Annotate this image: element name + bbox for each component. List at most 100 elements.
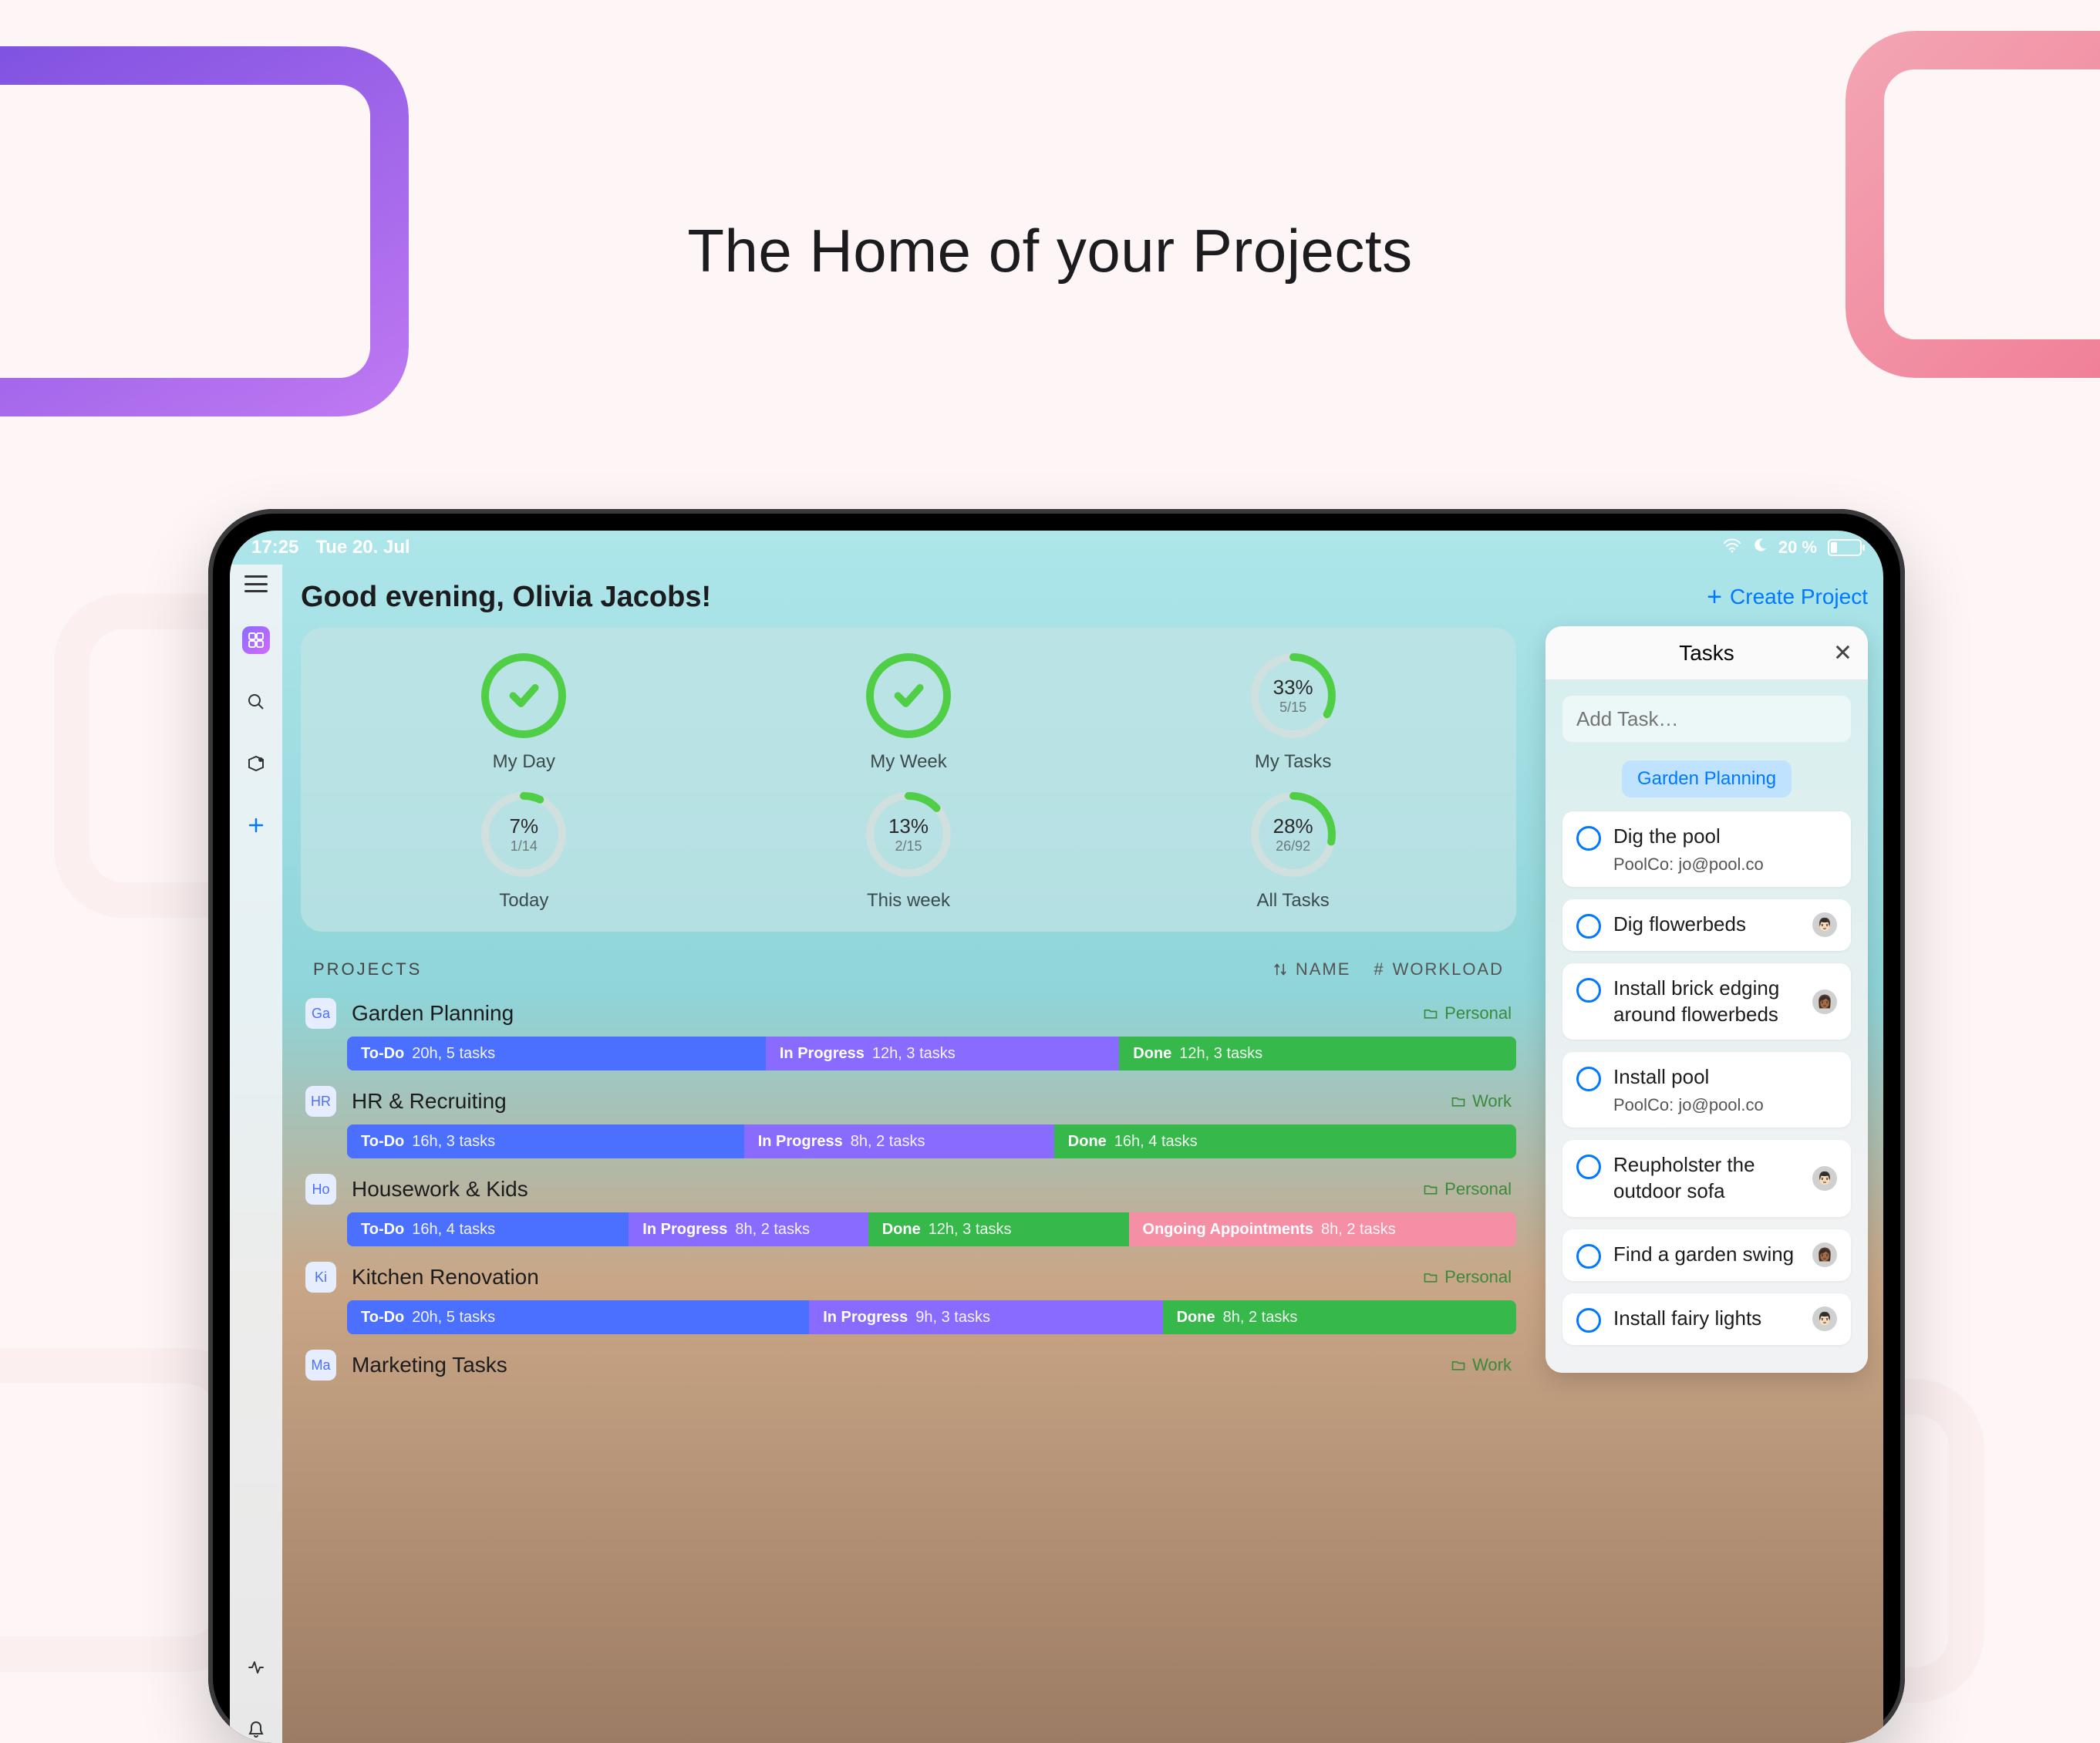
stat-tile[interactable]: My Day	[332, 651, 716, 773]
task-title: Dig the pool	[1613, 824, 1837, 850]
stat-label: All Tasks	[1257, 890, 1330, 912]
task-subtitle: PoolCo: jo@pool.co	[1613, 1095, 1837, 1115]
project-folder[interactable]: Personal	[1423, 1003, 1512, 1023]
workload-segment: In Progress9h, 3 tasks	[809, 1300, 1162, 1334]
folder-icon	[1423, 1269, 1438, 1285]
status-bar: 17:25 Tue 20. Jul 20 %	[230, 531, 1883, 565]
project-badge: HR	[305, 1086, 336, 1117]
tasks-panel-header: Tasks ✕	[1546, 626, 1868, 680]
project-name: HR & Recruiting	[352, 1089, 1435, 1114]
search-icon[interactable]	[242, 688, 270, 716]
task-checkbox[interactable]	[1576, 1155, 1601, 1179]
activity-icon[interactable]	[242, 1654, 270, 1681]
project-name: Kitchen Renovation	[352, 1265, 1407, 1290]
hash-icon: #	[1374, 959, 1384, 979]
project-chip[interactable]: Garden Planning	[1622, 760, 1792, 797]
project-badge: Ga	[305, 998, 336, 1029]
project-folder[interactable]: Work	[1451, 1355, 1512, 1375]
project-name: Garden Planning	[352, 1001, 1407, 1026]
project-name: Marketing Tasks	[352, 1353, 1435, 1377]
projects-title: PROJECTS	[313, 959, 422, 979]
task-title: Install brick edging around flowerbeds	[1613, 976, 1800, 1028]
progress-ring: 28%26/92	[1249, 790, 1338, 879]
folder-icon	[1451, 1094, 1466, 1109]
stat-label: My Week	[870, 751, 947, 773]
project-badge: Ho	[305, 1174, 336, 1205]
task-item[interactable]: Find a garden swing 👩🏾	[1562, 1229, 1851, 1281]
stat-tile[interactable]: 33%5/15 My Tasks	[1101, 651, 1485, 773]
task-item[interactable]: Reupholster the outdoor sofa 👨🏻	[1562, 1140, 1851, 1217]
project-folder[interactable]: Work	[1451, 1091, 1512, 1111]
task-checkbox[interactable]	[1576, 1244, 1601, 1269]
workload-segment: Ongoing Appointments8h, 2 tasks	[1129, 1212, 1516, 1246]
workload-segment: In Progress12h, 3 tasks	[766, 1037, 1119, 1070]
workload-segment: Done12h, 3 tasks	[868, 1212, 1129, 1246]
workload-segment: In Progress8h, 2 tasks	[744, 1124, 1054, 1158]
menu-icon[interactable]	[244, 575, 268, 592]
create-project-button[interactable]: + Create Project	[1707, 584, 1868, 610]
progress-ring	[864, 651, 953, 740]
workload-segment: To-Do16h, 3 tasks	[347, 1124, 744, 1158]
progress-ring	[479, 651, 568, 740]
sort-name[interactable]: NAME	[1272, 959, 1351, 979]
nav-home-icon[interactable]	[242, 626, 270, 654]
workload-segment: In Progress8h, 2 tasks	[629, 1212, 868, 1246]
project-item: Ga Garden Planning Personal To-Do20h, 5 …	[301, 993, 1516, 1070]
sort-workload[interactable]: # WORKLOAD	[1374, 959, 1504, 979]
project-folder[interactable]: Personal	[1423, 1179, 1512, 1199]
status-date: Tue 20. Jul	[315, 537, 410, 558]
task-checkbox[interactable]	[1576, 978, 1601, 1003]
decoration-pink	[1846, 31, 2100, 378]
avatar: 👨🏻	[1812, 1306, 1837, 1331]
task-checkbox[interactable]	[1576, 914, 1601, 939]
project-row[interactable]: Ma Marketing Tasks Work	[301, 1345, 1516, 1388]
notifications-icon[interactable]	[242, 1715, 270, 1743]
project-folder[interactable]: Personal	[1423, 1267, 1512, 1287]
stat-tile[interactable]: 28%26/92 All Tasks	[1101, 790, 1485, 912]
task-checkbox[interactable]	[1576, 1308, 1601, 1333]
task-checkbox[interactable]	[1576, 1067, 1601, 1091]
task-item[interactable]: Install brick edging around flowerbeds 👩…	[1562, 963, 1851, 1040]
progress-ring: 7%1/14	[479, 790, 568, 879]
project-item: Ma Marketing Tasks Work	[301, 1345, 1516, 1388]
add-icon[interactable]	[242, 811, 270, 839]
sort-icon	[1272, 962, 1288, 977]
screen: 17:25 Tue 20. Jul 20 %	[230, 531, 1883, 1743]
task-title: Install fairy lights	[1613, 1306, 1800, 1332]
status-time: 17:25	[251, 537, 298, 558]
project-row[interactable]: Ho Housework & Kids Personal	[301, 1169, 1516, 1212]
inbox-icon[interactable]	[242, 750, 270, 777]
project-badge: Ki	[305, 1262, 336, 1293]
task-item[interactable]: Dig flowerbeds 👨🏻	[1562, 899, 1851, 951]
folder-icon	[1423, 1182, 1438, 1197]
task-item[interactable]: Dig the pool PoolCo: jo@pool.co	[1562, 811, 1851, 887]
marketing-title: The Home of your Projects	[0, 216, 2100, 286]
stat-tile[interactable]: My Week	[716, 651, 1101, 773]
nav-rail	[230, 565, 282, 1743]
project-badge: Ma	[305, 1350, 336, 1381]
create-project-label: Create Project	[1730, 585, 1868, 609]
task-item[interactable]: Install pool PoolCo: jo@pool.co	[1562, 1052, 1851, 1128]
project-row[interactable]: Ki Kitchen Renovation Personal	[301, 1257, 1516, 1300]
avatar: 👨🏻	[1812, 1166, 1837, 1191]
task-title: Install pool	[1613, 1064, 1837, 1091]
task-item[interactable]: Install fairy lights 👨🏻	[1562, 1293, 1851, 1345]
project-item: Ki Kitchen Renovation Personal To-Do20h,…	[301, 1257, 1516, 1334]
folder-icon	[1451, 1357, 1466, 1373]
avatar: 👨🏻	[1812, 912, 1837, 937]
avatar: 👩🏾	[1812, 1242, 1837, 1267]
progress-ring: 33%5/15	[1249, 651, 1338, 740]
close-icon[interactable]: ✕	[1833, 639, 1852, 666]
stat-tile[interactable]: 7%1/14 Today	[332, 790, 716, 912]
workload-segment: To-Do20h, 5 tasks	[347, 1300, 809, 1334]
task-checkbox[interactable]	[1576, 826, 1601, 851]
workload-bar: To-Do20h, 5 tasksIn Progress12h, 3 tasks…	[347, 1037, 1516, 1070]
plus-icon: +	[1707, 584, 1722, 610]
project-row[interactable]: Ga Garden Planning Personal	[301, 993, 1516, 1037]
add-task-input[interactable]	[1562, 696, 1851, 742]
project-row[interactable]: HR HR & Recruiting Work	[301, 1081, 1516, 1124]
stat-label: My Tasks	[1255, 751, 1332, 773]
task-title: Dig flowerbeds	[1613, 912, 1800, 938]
stat-tile[interactable]: 13%2/15 This week	[716, 790, 1101, 912]
workload-segment: Done8h, 2 tasks	[1163, 1300, 1516, 1334]
